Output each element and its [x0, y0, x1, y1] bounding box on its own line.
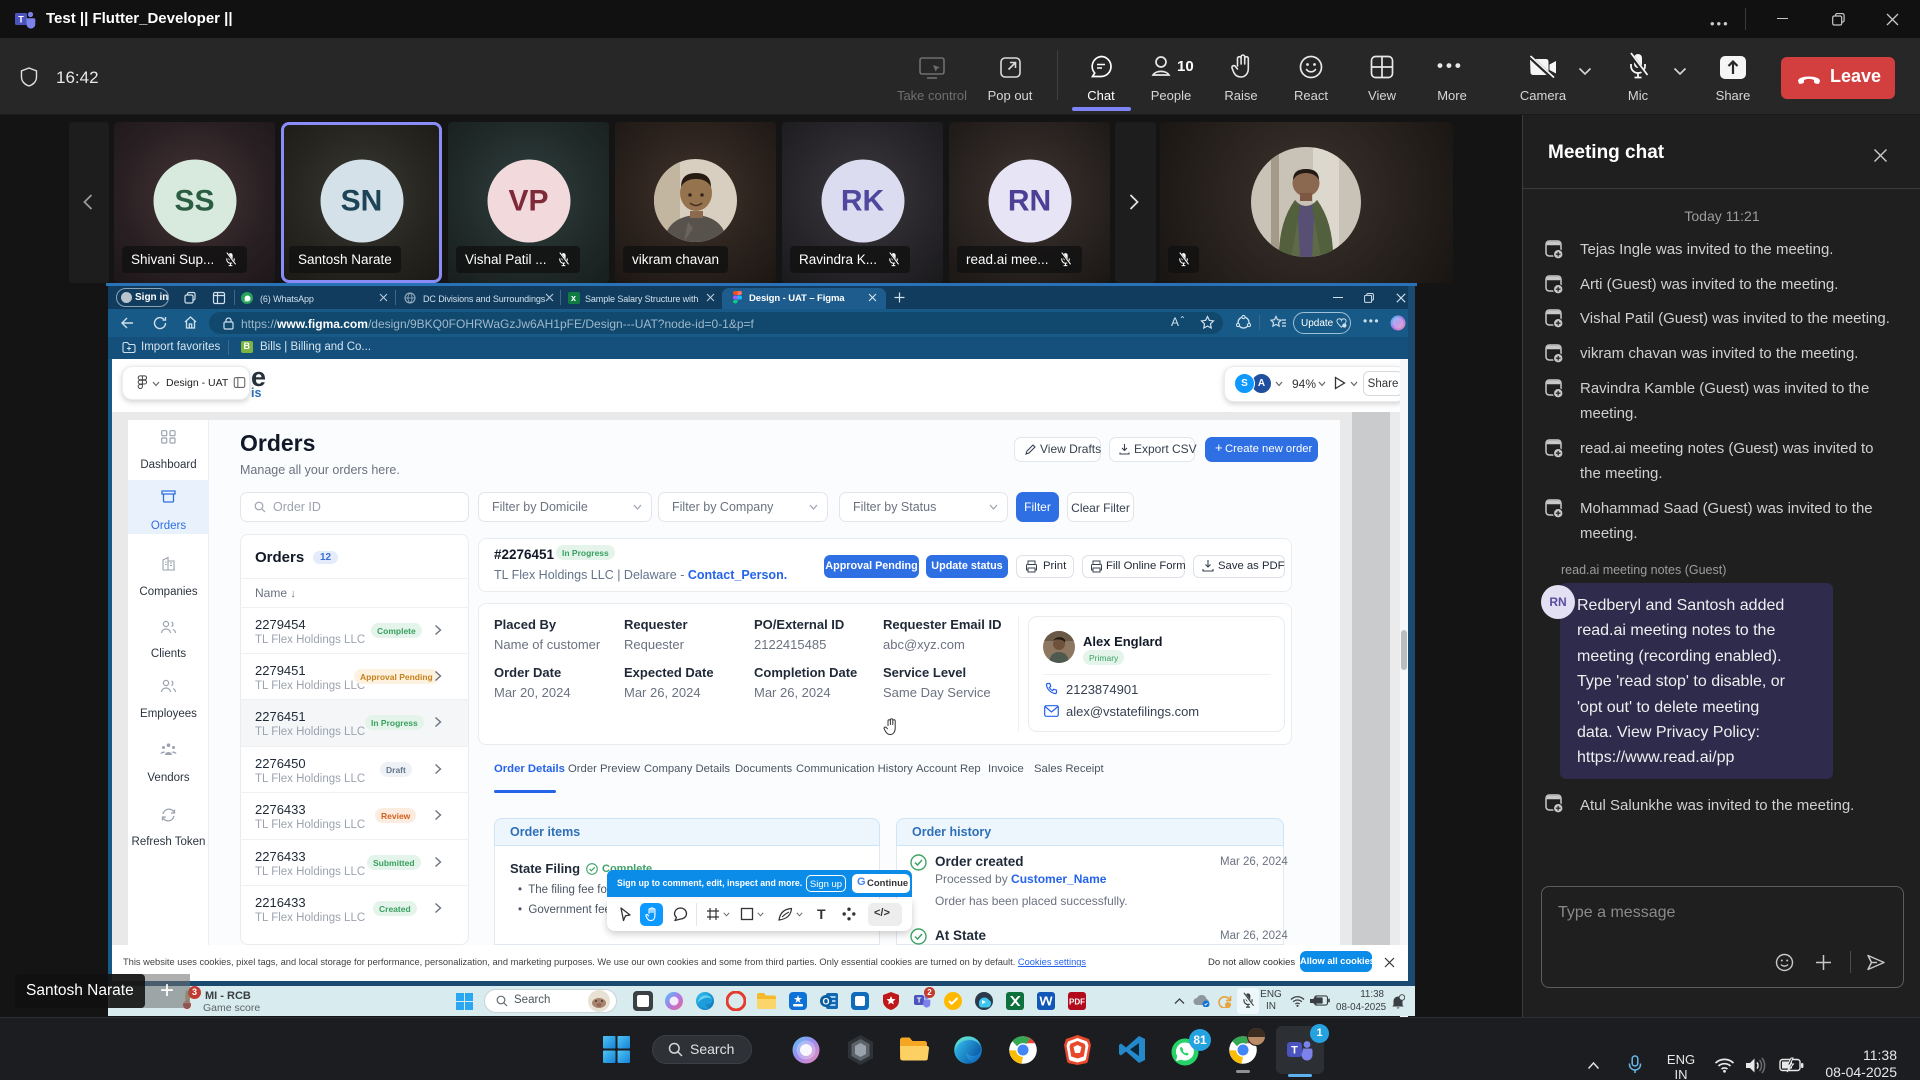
svg-text:O: O — [822, 997, 829, 1007]
svg-text:T: T — [917, 996, 922, 1005]
svg-text:T: T — [1291, 1045, 1298, 1057]
svg-text:PDF: PDF — [1069, 998, 1085, 1007]
svg-text:T: T — [18, 15, 24, 25]
